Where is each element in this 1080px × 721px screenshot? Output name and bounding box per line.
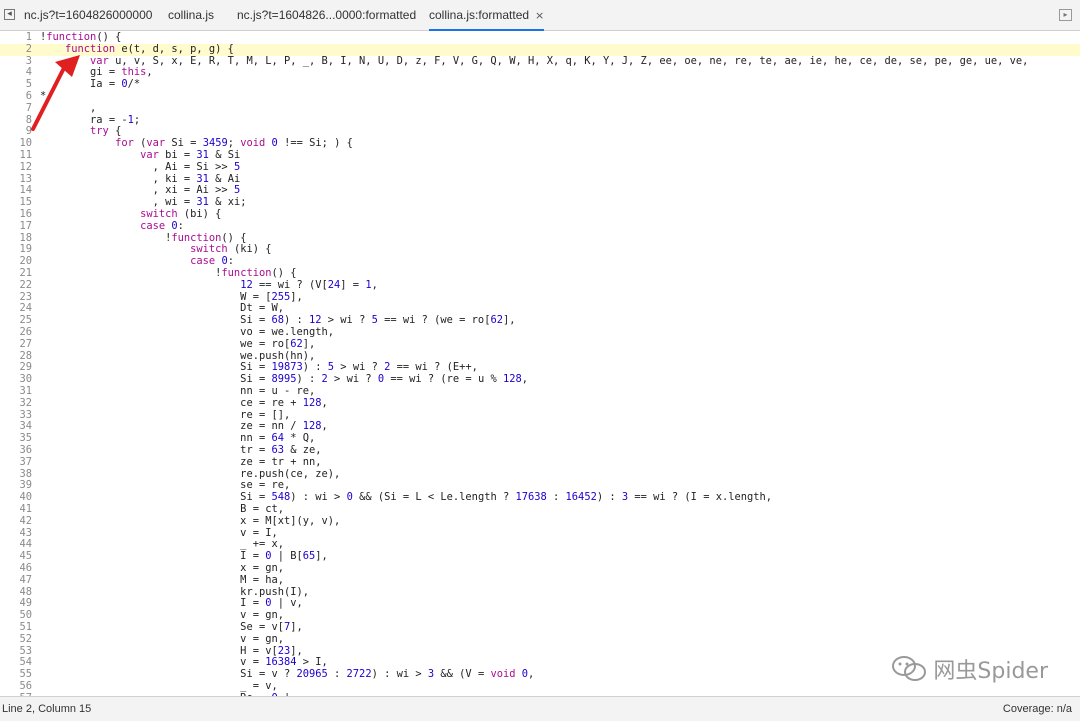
code-text: ze = tr + nn, (40, 455, 322, 468)
code-line[interactable]: 8 ra = -1; (0, 114, 1080, 127)
line-number[interactable]: 37 (0, 456, 32, 469)
tab-label: collina.js:formatted (429, 8, 530, 22)
code-text: var u, v, S, x, E, R, T, M, L, P, _, B, … (90, 54, 1029, 67)
code-text: 12 == wi ? (V[24] = 1, (240, 278, 378, 291)
tab-nc-js-formatted[interactable]: nc.js?t=1604826...0000:formatted (237, 0, 416, 30)
tab-bar: ◂ nc.js?t=1604826000000 collina.js nc.js… (0, 0, 1080, 31)
status-bar: Line 2, Column 15 Coverage: n/a (0, 696, 1080, 721)
code-text: case 0: (140, 219, 184, 232)
wechat-icon (891, 655, 927, 689)
line-number[interactable]: 7 (0, 102, 32, 115)
code-line[interactable]: 32 ce = re + 128, (0, 396, 1080, 410)
line-number[interactable]: 42 (0, 515, 32, 528)
code-line[interactable]: 42 x = M[xt](y, v), (0, 514, 1080, 528)
code-line[interactable]: 5 Ia = 0/* (0, 78, 1080, 91)
tab-label: nc.js?t=1604826000000 (24, 8, 153, 22)
code-line[interactable]: 47 M = ha, (0, 573, 1080, 587)
code-line[interactable]: 17 case 0: (0, 219, 1080, 233)
code-line[interactable]: 2 function e(t, d, s, p, g) { (0, 42, 1080, 56)
line-number[interactable]: 47 (0, 574, 32, 587)
code-line[interactable]: 3 var u, v, S, x, E, R, T, M, L, P, _, B… (0, 54, 1080, 68)
navigator-toggle-icon[interactable]: ◂ (4, 9, 15, 20)
code-line[interactable]: 52 v = gn, (0, 632, 1080, 646)
watermark-text: 网虫Spider (933, 659, 1048, 684)
line-number[interactable]: 27 (0, 338, 32, 351)
code-text: M = ha, (40, 573, 284, 586)
code-line[interactable]: 12 , Ai = Si >> 5 (0, 160, 1080, 174)
watermark: 网虫Spider (891, 653, 1048, 689)
line-number[interactable]: 12 (0, 161, 32, 174)
line-number[interactable]: 17 (0, 220, 32, 233)
code-editor[interactable]: 1 !function() {2 function e(t, d, s, p, g… (0, 31, 1080, 696)
tab-nc-js[interactable]: nc.js?t=1604826000000 (24, 0, 152, 30)
code-text: ce = re + 128, (40, 396, 328, 409)
tab-collina-js[interactable]: collina.js (168, 0, 214, 30)
code-text: function e(t, d, s, p, g) { (65, 42, 234, 55)
close-tab-icon[interactable]: × (535, 9, 544, 22)
line-number[interactable]: 22 (0, 279, 32, 292)
code-line[interactable]: 4 gi = this, (0, 66, 1080, 79)
code-text: we = ro[62], (40, 337, 316, 350)
code-line[interactable]: 7 , (0, 101, 1080, 115)
code-text: Ia = 0/* (40, 78, 141, 91)
tab-collina-js-formatted[interactable]: collina.js:formatted × (429, 0, 545, 31)
code-text: , Ai = Si >> 5 (40, 160, 241, 173)
cursor-position: Line 2, Column 15 (2, 703, 92, 715)
tab-label: collina.js (168, 8, 215, 22)
code-line[interactable]: 27 we = ro[62], (0, 337, 1080, 351)
tab-label: nc.js?t=1604826...0000:formatted (237, 8, 417, 22)
line-number[interactable]: 52 (0, 633, 32, 646)
line-number[interactable]: 2 (0, 43, 32, 56)
code-line[interactable]: 37 ze = tr + nn, (0, 455, 1080, 469)
code-text: v = gn, (40, 632, 284, 645)
code-line[interactable]: 6 * (0, 90, 1080, 103)
code-text: x = M[xt](y, v), (40, 514, 341, 527)
code-text: , (40, 101, 97, 114)
debugger-toggle-icon[interactable]: ▸ (1059, 9, 1072, 21)
coverage-status: Coverage: n/a (1002, 703, 1072, 715)
code-line[interactable]: 22 12 == wi ? (V[24] = 1, (0, 278, 1080, 292)
line-number[interactable]: 32 (0, 397, 32, 410)
